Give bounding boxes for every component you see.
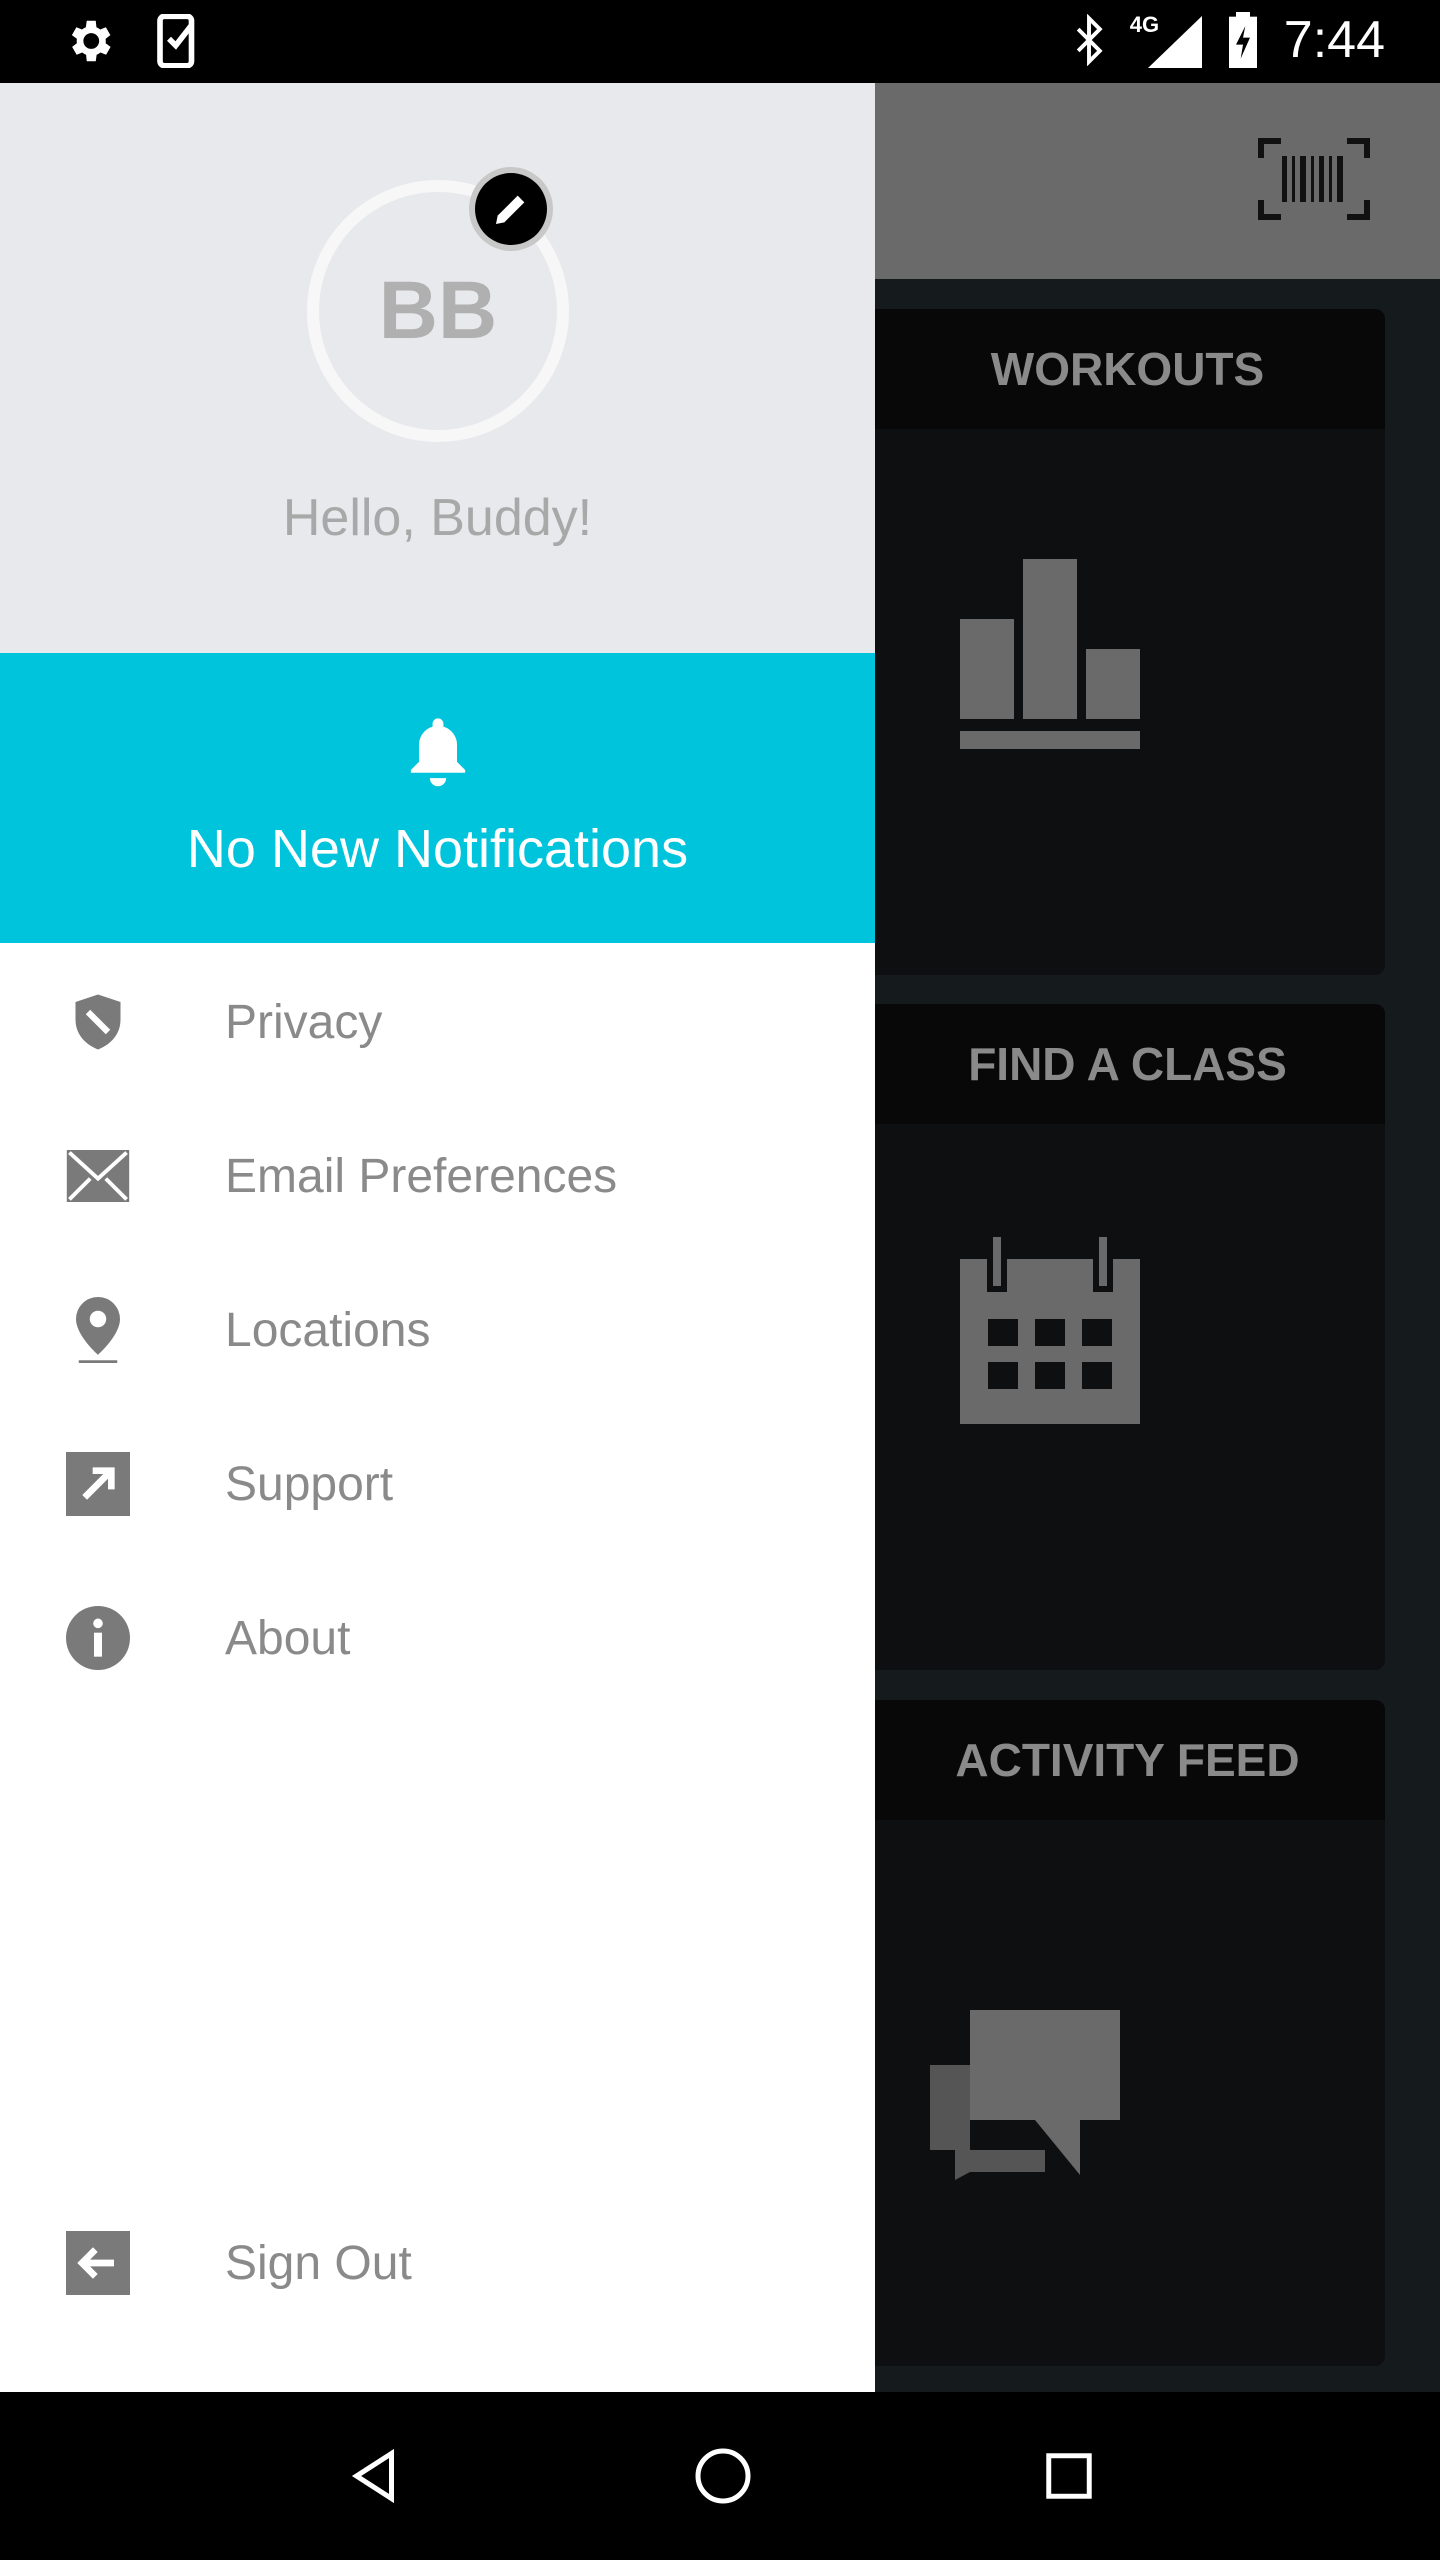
menu-item-label: Privacy: [225, 995, 383, 1049]
avatar-initials: BB: [378, 265, 498, 356]
back-icon[interactable]: [344, 2446, 404, 2506]
edit-profile-button[interactable]: [475, 173, 547, 245]
signal-icon: 4G: [1130, 12, 1202, 68]
chat-bubbles-icon: [930, 2010, 1120, 2180]
external-link-icon: [65, 1452, 130, 1516]
greeting: Hello, Buddy!: [282, 489, 593, 547]
bar-chart-icon: [960, 559, 1140, 749]
menu-item-support[interactable]: Support: [0, 1407, 875, 1561]
envelope-icon: [66, 1150, 129, 1202]
phone-check-icon: [157, 14, 195, 68]
gear-icon: [71, 20, 111, 62]
menu-item-locations[interactable]: Locations: [0, 1253, 875, 1407]
notifications-banner[interactable]: No New Notifications: [0, 653, 875, 943]
sign-out-icon: [65, 2231, 130, 2295]
sign-out-label: Sign Out: [225, 2236, 412, 2290]
navigation-drawer: BB Hello, Buddy! No New Notifications Pr…: [0, 83, 875, 2392]
sign-out-button[interactable]: Sign Out: [0, 2186, 875, 2340]
card-title: ACTIVITY FEED: [830, 1700, 1385, 1820]
system-nav-bar: [0, 2392, 1440, 2560]
status-bar: 4G 7:44: [0, 0, 1440, 83]
menu-item-about[interactable]: About: [0, 1561, 875, 1715]
recents-icon[interactable]: [1042, 2449, 1096, 2503]
clock: 7:44: [1283, 11, 1385, 69]
shield-icon: [75, 994, 120, 1050]
menu-item-email-preferences[interactable]: Email Preferences: [0, 1099, 875, 1253]
info-icon: [65, 1606, 130, 1670]
pencil-icon: [496, 195, 525, 224]
card-title: FIND A CLASS: [830, 1004, 1385, 1124]
calendar-icon: [960, 1234, 1140, 1424]
card-title: WORKOUTS: [830, 309, 1385, 429]
bluetooth-icon: [1076, 14, 1103, 66]
menu-item-label: About: [225, 1611, 351, 1665]
notification-text: No New Notifications: [186, 819, 689, 879]
profile-header: BB Hello, Buddy!: [0, 83, 875, 653]
find-a-class-card[interactable]: FIND A CLASS: [830, 1004, 1385, 1670]
barcode-scan-icon[interactable]: [1258, 138, 1370, 220]
workouts-card[interactable]: WORKOUTS: [830, 309, 1385, 975]
battery-charging-icon: [1228, 12, 1257, 68]
menu-item-label: Support: [225, 1457, 394, 1511]
bell-icon: [410, 718, 466, 787]
activity-feed-card[interactable]: ACTIVITY FEED: [830, 1700, 1385, 2366]
menu-item-label: Email Preferences: [225, 1149, 618, 1203]
menu-item-privacy[interactable]: Privacy: [0, 945, 875, 1099]
menu-item-label: Locations: [225, 1303, 431, 1357]
location-pin-icon: [75, 1297, 120, 1363]
home-icon[interactable]: [693, 2446, 753, 2506]
